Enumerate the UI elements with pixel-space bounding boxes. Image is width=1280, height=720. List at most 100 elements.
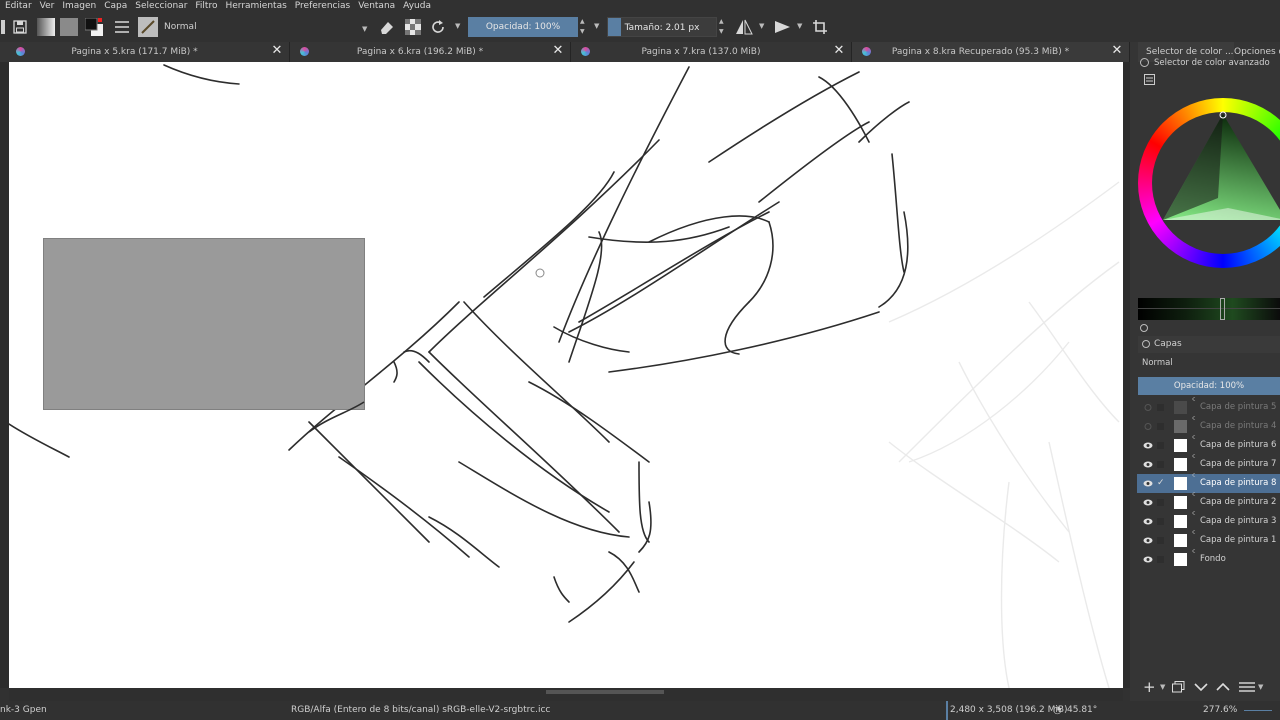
add-layer-icon[interactable]: + xyxy=(1143,676,1156,698)
paint-layer-icon: ᑦ xyxy=(1192,453,1196,462)
scrollbar-thumb[interactable] xyxy=(546,690,664,694)
layer-name: Capa de pintura 5 xyxy=(1200,402,1277,412)
tab-pagina-6[interactable]: Pagina x 6.kra (196.2 MiB) * ✕ xyxy=(290,42,571,62)
eraser-icon[interactable] xyxy=(377,17,397,37)
crop-icon[interactable] xyxy=(810,17,830,37)
color-profile: RGB/Alfa (Entero de 8 bits/canal) sRGB-e… xyxy=(291,705,551,715)
right-scrollbar[interactable] xyxy=(1123,62,1130,688)
layers-blend-mode[interactable]: Normal xyxy=(1142,356,1173,370)
color-settings-icon[interactable] xyxy=(1144,74,1155,85)
layer-thumbnail xyxy=(1174,477,1187,490)
menu-imagen[interactable]: Imagen xyxy=(62,0,96,13)
menu-editar[interactable]: Editar xyxy=(5,0,32,13)
color-history-strip[interactable] xyxy=(1138,298,1280,320)
tab-pagina-7[interactable]: Pagina x 7.kra (137.0 MiB) ✕ xyxy=(571,42,852,62)
layer-properties-icon[interactable] xyxy=(1239,681,1255,693)
paint-layer-icon: ᑦ xyxy=(1192,491,1196,500)
size-slider[interactable]: Tamaño: 2.01 px xyxy=(607,17,717,37)
size-spin-icon[interactable]: ▲ ▼ xyxy=(719,17,727,37)
save-icon[interactable] xyxy=(10,17,30,37)
drawing-canvas[interactable] xyxy=(9,62,1123,688)
layer-name: Capa de pintura 8 xyxy=(1200,478,1277,488)
tab-pagina-5[interactable]: Pagina x 5.kra (171.7 MiB) * ✕ xyxy=(0,42,290,62)
menu-ventana[interactable]: Ventana xyxy=(358,0,395,13)
menu-capa[interactable]: Capa xyxy=(104,0,127,13)
layers-float-icon[interactable] xyxy=(1142,340,1150,348)
mirror-vertical-icon[interactable] xyxy=(773,17,793,37)
layer-actions-bar: + ▼ ▼ xyxy=(1138,676,1280,698)
layer-row[interactable]: ᑦ Capa de pintura 3 xyxy=(1137,510,1280,531)
layer-row[interactable]: ✓ ᑦ Capa de pintura 8 xyxy=(1137,472,1280,493)
tab-label: Pagina x 8.kra Recuperado (95.3 MiB) * xyxy=(891,47,1070,57)
lock-box-icon[interactable] xyxy=(1157,404,1164,411)
fg-bg-color-icon[interactable] xyxy=(84,17,104,37)
eye-icon[interactable] xyxy=(1143,517,1153,526)
eye-hidden-icon[interactable] xyxy=(1143,422,1152,431)
active-check-icon: ✓ xyxy=(1157,478,1165,488)
reload-preset-icon[interactable] xyxy=(428,17,448,37)
mirror-horizontal-icon[interactable] xyxy=(734,17,754,37)
layer-row[interactable]: ᑦ Capa de pintura 5 xyxy=(1137,396,1280,417)
chevron-down-icon: ▼ xyxy=(1258,683,1264,691)
lock-box-icon[interactable] xyxy=(1157,499,1164,506)
horizontal-scrollbar[interactable] xyxy=(9,688,1123,701)
opacity-slider[interactable]: Opacidad: 100% xyxy=(468,17,578,37)
opacity-spin-icon[interactable]: ▲ ▼ xyxy=(580,17,588,37)
layer-row[interactable]: ᑦ Capa de pintura 2 xyxy=(1137,491,1280,512)
lock-box-icon[interactable] xyxy=(1157,461,1164,468)
layer-name: Fondo xyxy=(1200,554,1226,564)
close-icon[interactable]: ✕ xyxy=(271,44,283,57)
close-icon[interactable]: ✕ xyxy=(552,44,564,57)
duplicate-layer-icon[interactable] xyxy=(1172,681,1185,693)
move-layer-down-icon[interactable] xyxy=(1194,682,1208,692)
lock-box-icon[interactable] xyxy=(1157,423,1164,430)
layer-name: Capa de pintura 1 xyxy=(1200,535,1277,545)
eye-hidden-icon[interactable] xyxy=(1143,403,1152,412)
eye-icon[interactable] xyxy=(1143,441,1153,450)
brush-settings-icon[interactable] xyxy=(112,17,132,37)
float-docker-icon[interactable] xyxy=(1140,58,1149,67)
gradient-preset-icon[interactable] xyxy=(36,17,56,37)
document-tabs: Pagina x 5.kra (171.7 MiB) * ✕ Pagina x … xyxy=(0,42,1130,62)
close-icon[interactable]: ✕ xyxy=(833,44,845,57)
layers-opacity-slider[interactable]: Opacidad: 100% xyxy=(1138,377,1280,395)
left-scrollbar[interactable] xyxy=(0,62,9,688)
chevron-down-icon: ▼ xyxy=(797,22,803,30)
lock-box-icon[interactable] xyxy=(1157,442,1164,449)
rotation-angle[interactable]: 45.81° xyxy=(1067,701,1097,720)
menu-ver[interactable]: Ver xyxy=(40,0,55,13)
menu-filtro[interactable]: Filtro xyxy=(195,0,217,13)
menu-preferencias[interactable]: Preferencias xyxy=(295,0,350,13)
menu-seleccionar[interactable]: Seleccionar xyxy=(135,0,187,13)
eye-icon[interactable] xyxy=(1143,460,1153,469)
eye-icon[interactable] xyxy=(1143,498,1153,507)
eye-icon[interactable] xyxy=(1143,536,1153,545)
layer-row[interactable]: ᑦ Capa de pintura 7 xyxy=(1137,453,1280,474)
rotation-icon[interactable]: ◔ xyxy=(1053,701,1062,720)
pattern-preset-icon[interactable] xyxy=(59,17,79,37)
move-layer-up-icon[interactable] xyxy=(1216,682,1230,692)
brush-preset-icon[interactable] xyxy=(138,17,158,37)
color-wheel[interactable] xyxy=(1138,98,1280,270)
menu-ayuda[interactable]: Ayuda xyxy=(403,0,431,13)
float-layers-icon[interactable] xyxy=(1140,324,1148,332)
zoom-slider[interactable] xyxy=(1244,710,1272,711)
paint-layer-icon: ᑦ xyxy=(1192,396,1196,405)
eye-icon[interactable] xyxy=(1143,479,1153,488)
eye-icon[interactable] xyxy=(1143,555,1153,564)
close-icon[interactable]: ✕ xyxy=(1111,44,1123,57)
blend-mode-select[interactable]: Normal xyxy=(160,19,370,36)
layer-row[interactable]: ᑦ Fondo xyxy=(1137,548,1280,569)
zoom-level[interactable]: 277.6% xyxy=(1203,701,1237,720)
lock-box-icon[interactable] xyxy=(1157,537,1164,544)
chevron-down-icon: ▼ xyxy=(362,25,368,33)
menu-herramientas[interactable]: Herramientas xyxy=(225,0,286,13)
lock-box-icon[interactable] xyxy=(1157,518,1164,525)
layer-row[interactable]: ᑦ Capa de pintura 1 xyxy=(1137,529,1280,550)
lock-box-icon[interactable] xyxy=(1157,556,1164,563)
layer-row[interactable]: ᑦ Capa de pintura 4 xyxy=(1137,415,1280,436)
alpha-lock-icon[interactable] xyxy=(403,17,423,37)
paint-layer-icon: ᑦ xyxy=(1192,510,1196,519)
tab-pagina-8[interactable]: Pagina x 8.kra Recuperado (95.3 MiB) * ✕ xyxy=(852,42,1130,62)
layer-row[interactable]: ᑦ Capa de pintura 6 xyxy=(1137,434,1280,455)
